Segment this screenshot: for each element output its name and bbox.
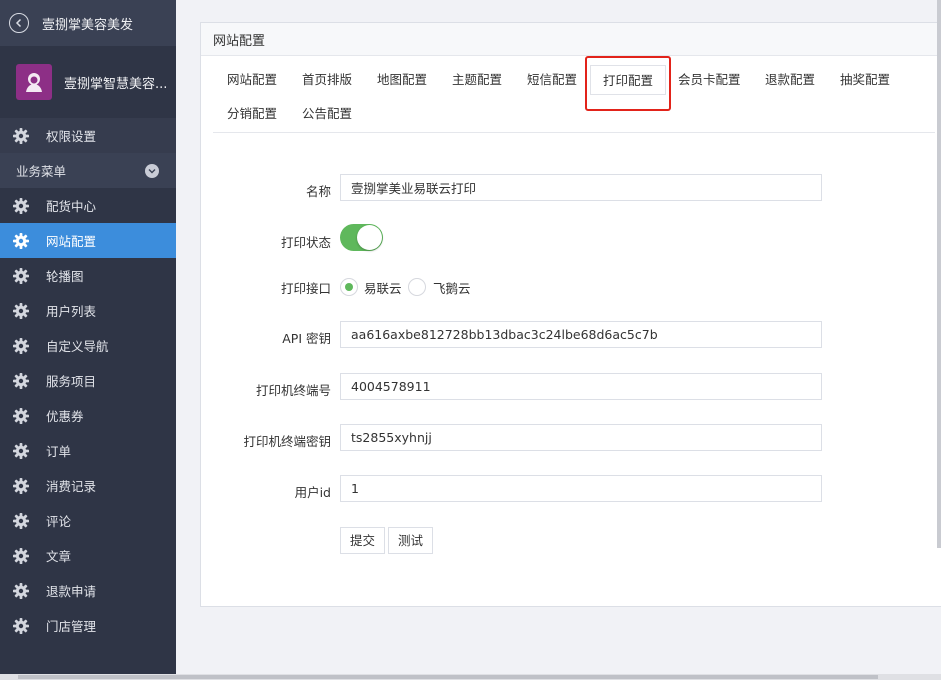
api-key-label: API 密钥	[282, 331, 331, 346]
name-label: 名称	[305, 184, 331, 199]
radio-yilianyun[interactable]	[340, 278, 358, 296]
sidebar-item-11[interactable]: 退款申请	[0, 573, 176, 608]
toggle-knob	[357, 225, 382, 250]
sidebar-item-12[interactable]: 门店管理	[0, 608, 176, 643]
gear-icon	[12, 512, 30, 530]
section-title: 业务菜单	[16, 164, 67, 179]
config-tabs: 网站配置 首页排版 地图配置 主题配置 短信配置 打印配置 会员卡配置 退款配置 抽奖配置分销配…	[213, 65, 935, 133]
gear-icon	[12, 302, 30, 320]
user-id-input[interactable]	[340, 475, 822, 502]
tab-1[interactable]: 首页排版	[296, 65, 358, 95]
gear-icon	[12, 442, 30, 460]
sidebar-menu: 配货中心网站配置轮播图用户列表自定义导航服务项目优惠券订单消费记录评论文章退款申…	[0, 188, 176, 643]
tab-4[interactable]: 短信配置	[521, 65, 583, 95]
sidebar-item-8[interactable]: 消费记录	[0, 468, 176, 503]
sidebar-item-label: 退款申请	[46, 584, 97, 599]
sidebar-item-0[interactable]: 配货中心	[0, 188, 176, 223]
sidebar-item-permissions[interactable]: 权限设置	[0, 118, 176, 153]
sidebar-item-label: 自定义导航	[46, 339, 109, 354]
test-button[interactable]: 测试	[388, 527, 434, 554]
sidebar-item-6[interactable]: 优惠券	[0, 398, 176, 433]
panel-title: 网站配置	[201, 23, 941, 56]
print-status-toggle[interactable]	[340, 224, 383, 251]
print-interface-label: 打印接口	[280, 281, 331, 296]
name-input[interactable]	[340, 174, 822, 201]
horizontal-scrollbar[interactable]	[0, 674, 941, 680]
tab-0[interactable]: 网站配置	[221, 65, 283, 95]
chevron-down-icon[interactable]	[145, 163, 159, 178]
sidebar-item-label: 文章	[46, 549, 72, 564]
sidebar-item-2[interactable]: 轮播图	[0, 258, 176, 293]
sidebar-item-label: 优惠券	[46, 409, 84, 424]
gear-icon	[12, 407, 30, 425]
app-title: 壹捌掌美容美发	[42, 17, 134, 33]
gear-icon	[12, 372, 30, 390]
terminal-key-input[interactable]	[340, 424, 822, 451]
sidebar-item-label: 轮播图	[46, 269, 84, 284]
sidebar-item-label: 用户列表	[46, 304, 97, 319]
user-id-label: 用户id	[294, 485, 331, 500]
tab-9[interactable]: 分销配置	[221, 99, 283, 129]
terminal-no-label: 打印机终端号	[255, 383, 331, 398]
sidebar-item-7[interactable]: 订单	[0, 433, 176, 468]
vertical-scrollbar[interactable]	[937, 0, 941, 548]
print-status-label: 打印状态	[280, 235, 331, 250]
sidebar-item-9[interactable]: 评论	[0, 503, 176, 538]
gear-icon	[12, 267, 30, 285]
gear-icon	[12, 337, 30, 355]
sidebar-item-label: 消费记录	[46, 479, 97, 494]
gear-icon	[12, 197, 30, 215]
sidebar-header: 壹捌掌美容美发	[0, 0, 176, 46]
sidebar-item-label: 门店管理	[46, 619, 97, 634]
store-avatar	[16, 64, 52, 100]
api-key-input[interactable]	[340, 321, 822, 348]
terminal-key-label: 打印机终端密钥	[243, 434, 331, 449]
radio-feieyun-label: 飞鹅云	[433, 281, 471, 296]
sidebar-item-5[interactable]: 服务项目	[0, 363, 176, 398]
submit-button[interactable]: 提交	[340, 527, 386, 554]
sidebar-item-label: 服务项目	[46, 374, 97, 389]
tab-2[interactable]: 地图配置	[371, 65, 433, 95]
store-name: 壹捌掌智慧美容...	[64, 76, 168, 92]
scrollbar-thumb[interactable]	[18, 675, 878, 679]
sidebar: 壹捌掌美容美发 壹捌掌智慧美容... 权限设置 业务菜单 配货中心网站配置轮播图…	[0, 0, 176, 680]
sidebar-item-label: 配货中心	[46, 199, 97, 214]
tab-8[interactable]: 抽奖配置	[834, 65, 896, 95]
gear-icon	[12, 127, 30, 145]
sidebar-item-4[interactable]: 自定义导航	[0, 328, 176, 363]
tab-3[interactable]: 主题配置	[446, 65, 508, 95]
radio-yilianyun-label: 易联云	[364, 281, 402, 296]
sidebar-item-10[interactable]: 文章	[0, 538, 176, 573]
gear-icon	[12, 547, 30, 565]
gear-icon	[12, 582, 30, 600]
sidebar-item-label: 网站配置	[46, 234, 97, 249]
sidebar-item-3[interactable]: 用户列表	[0, 293, 176, 328]
tab-10[interactable]: 公告配置	[296, 99, 358, 129]
store-profile[interactable]: 壹捌掌智慧美容...	[0, 46, 176, 118]
gear-icon	[12, 617, 30, 635]
sidebar-item-label: 订单	[46, 444, 72, 459]
back-icon[interactable]	[9, 13, 29, 33]
config-panel: 网站配置 网站配置 首页排版 地图配置 主题配置 短信配置 打印配置 会员卡配置 退款配置 抽奖…	[200, 22, 941, 607]
radio-feieyun[interactable]	[408, 278, 426, 296]
gear-icon	[12, 232, 30, 250]
gear-icon	[12, 477, 30, 495]
tab-5[interactable]: 打印配置	[590, 65, 667, 95]
sidebar-item-label: 评论	[46, 514, 72, 529]
sidebar-item-1[interactable]: 网站配置	[0, 223, 176, 258]
tab-7[interactable]: 退款配置	[759, 65, 821, 95]
terminal-no-input[interactable]	[340, 373, 822, 400]
sidebar-section-business[interactable]: 业务菜单	[0, 153, 176, 188]
tab-6[interactable]: 会员卡配置	[672, 65, 747, 95]
sidebar-item-label: 权限设置	[46, 129, 97, 144]
